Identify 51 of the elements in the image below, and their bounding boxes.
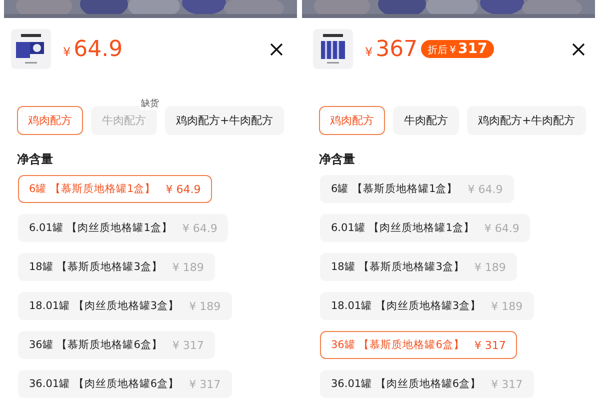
size-name: 36罐 【慕斯质地格罐6盒】 — [29, 338, 162, 352]
size-option[interactable]: 6.01罐 【肉丝质地格罐1盒】 ¥ 64.9 — [18, 214, 228, 242]
size-option[interactable]: 6.01罐 【肉丝质地格罐1盒】 ¥ 64.9 — [320, 214, 530, 242]
close-button[interactable] — [572, 42, 585, 56]
flavor-option[interactable]: 鸡肉配方+牛肉配方 — [165, 106, 284, 135]
size-name: 18.01罐 【肉丝质地格罐3盒】 — [331, 299, 482, 313]
discount-badge: 折后 ¥317 — [420, 40, 494, 58]
size-price: ¥ 64.9 — [468, 182, 503, 196]
size-option[interactable]: 36.01罐 【肉丝质地格罐6盒】 ¥ 317 — [320, 370, 534, 398]
size-name: 18罐 【慕斯质地格罐3盒】 — [29, 260, 162, 274]
size-option[interactable]: 36.01罐 【肉丝质地格罐6盒】 ¥ 317 — [18, 370, 232, 398]
flavor-option[interactable]: 鸡肉配方+牛肉配方 — [467, 106, 586, 135]
size-option[interactable]: 18罐 【慕斯质地格罐3盒】 ¥ 189 — [320, 253, 517, 281]
stock-tag: 缺货 — [139, 97, 161, 110]
flavor-option[interactable]: 鸡肉配方 — [17, 106, 83, 135]
price: 367 — [376, 36, 418, 62]
size-option[interactable]: 18.01罐 【肉丝质地格罐3盒】 ¥ 189 — [320, 292, 534, 320]
size-price: ¥ 64.9 — [166, 182, 201, 196]
size-name: 6.01罐 【肉丝质地格罐1盒】 — [331, 221, 474, 235]
size-price: ¥ 317 — [474, 338, 506, 352]
currency-symbol: ¥ — [365, 45, 373, 59]
size-option[interactable]: 6罐 【慕斯质地格罐1盒】 ¥ 64.9 — [320, 175, 514, 203]
size-name: 36.01罐 【肉丝质地格罐6盒】 — [331, 377, 482, 391]
size-option[interactable]: 18罐 【慕斯质地格罐3盒】 ¥ 189 — [18, 253, 215, 281]
close-button[interactable] — [270, 42, 283, 56]
size-name: 6罐 【慕斯质地格罐1盒】 — [331, 182, 458, 196]
size-price: ¥ 64.9 — [182, 222, 218, 234]
size-name: 6.01罐 【肉丝质地格罐1盒】 — [29, 221, 172, 235]
size-price: ¥ 317 — [189, 378, 221, 390]
size-name: 18罐 【慕斯质地格罐3盒】 — [331, 260, 464, 274]
size-price: ¥ 189 — [172, 260, 204, 274]
section-title: 净含量 — [16, 151, 54, 168]
section-title: 净含量 — [318, 151, 356, 168]
size-option[interactable]: 36罐 【慕斯质地格罐6盒】 ¥ 317 — [18, 331, 215, 359]
size-price: ¥ 189 — [491, 300, 523, 312]
size-name: 36罐 【慕斯质地格罐6盒】 — [331, 338, 464, 352]
size-price: ¥ 189 — [189, 300, 221, 312]
size-name: 36.01罐 【肉丝质地格罐6盒】 — [29, 377, 180, 391]
size-price: ¥ 64.9 — [484, 222, 520, 234]
size-name: 6罐 【慕斯质地格罐1盒】 — [29, 182, 156, 196]
price: 64.9 — [74, 36, 123, 62]
size-price: ¥ 317 — [491, 378, 523, 390]
flavor-option[interactable]: 牛肉配方 — [393, 106, 459, 135]
size-option[interactable]: 36罐 【慕斯质地格罐6盒】 ¥ 317 — [320, 331, 517, 359]
size-price: ¥ 189 — [474, 260, 506, 274]
currency-symbol: ¥ — [63, 45, 71, 59]
size-option[interactable]: 6罐 【慕斯质地格罐1盒】 ¥ 64.9 — [18, 175, 212, 203]
flavor-option[interactable]: 鸡肉配方 — [319, 106, 385, 135]
size-name: 18.01罐 【肉丝质地格罐3盒】 — [29, 299, 180, 313]
size-option[interactable]: 18.01罐 【肉丝质地格罐3盒】 ¥ 189 — [18, 292, 232, 320]
size-price: ¥ 317 — [172, 338, 204, 352]
